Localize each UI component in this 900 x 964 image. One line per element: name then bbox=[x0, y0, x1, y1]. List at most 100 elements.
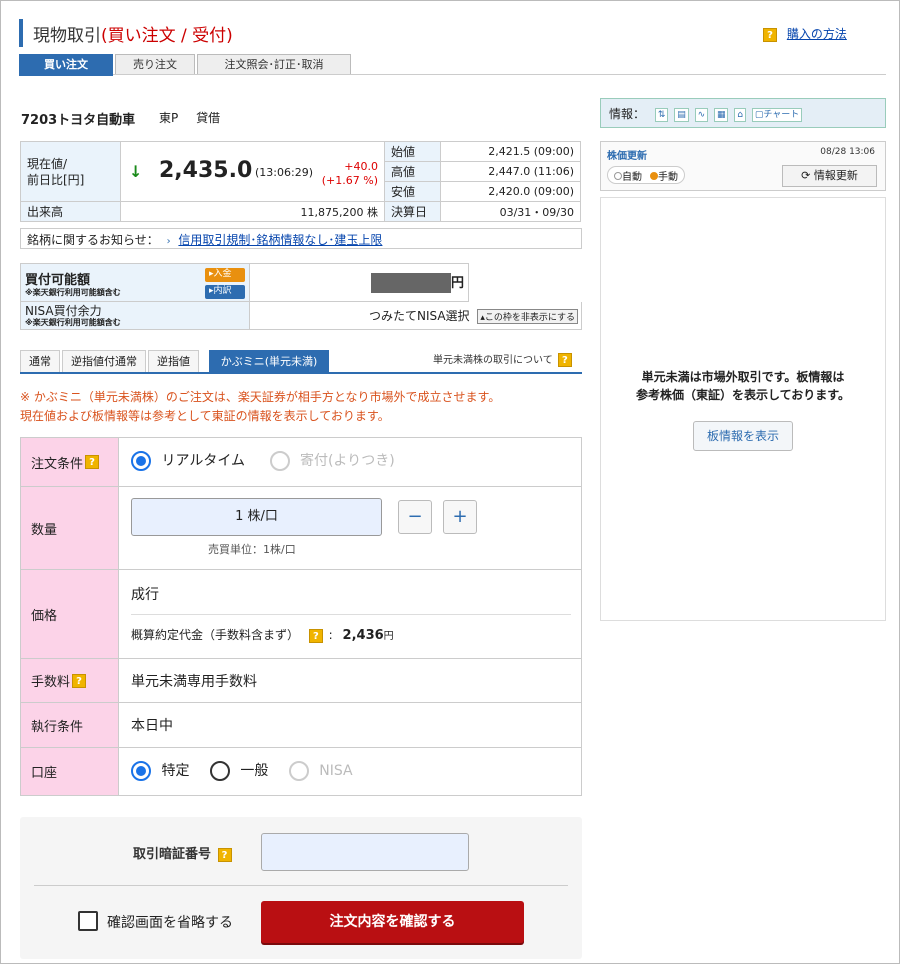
building-icon[interactable]: ⌂ bbox=[734, 107, 746, 122]
ippan-radio[interactable] bbox=[209, 761, 230, 781]
subtab-stop[interactable]: 逆指値 bbox=[148, 350, 199, 372]
title-accent-bar bbox=[19, 19, 23, 47]
price-divider bbox=[131, 614, 571, 615]
qty-label-cell: 数量 bbox=[21, 487, 119, 569]
stock-notice: 銘柄に関するお知らせ： › 信用取引規制･銘柄情報なし･建玉上限 bbox=[20, 228, 582, 249]
exec-row: 執行条件 本日中 bbox=[21, 703, 581, 748]
open-value: 2,421.5 (09:00) bbox=[440, 141, 581, 162]
price-label: 現在値/ 前日比[円] bbox=[20, 141, 121, 202]
help-icon[interactable]: ? bbox=[72, 673, 87, 688]
tokutei-label: 特定 bbox=[161, 763, 190, 779]
stock-market: 東P bbox=[159, 111, 179, 125]
warning-line-2: 現在値および板情報等は参考として東証の情報を表示しております。 bbox=[20, 409, 390, 423]
help-icon[interactable]: ? bbox=[85, 455, 100, 469]
account-row: 口座 特定 一般 NISA bbox=[21, 748, 581, 795]
subtab-stop-with-normal[interactable]: 逆指値付通常 bbox=[62, 350, 146, 372]
help-icon: ? bbox=[763, 28, 777, 42]
fee-row: 手数料? 単元未満専用手数料 bbox=[21, 659, 581, 703]
document-icon[interactable]: ▤ bbox=[674, 107, 689, 122]
howto-link-wrap: ? 購入の方法 bbox=[763, 25, 847, 42]
help-icon[interactable]: ? bbox=[557, 353, 572, 367]
price-value: 成行 bbox=[131, 587, 159, 603]
condition-label-cell: 注文条件? bbox=[21, 438, 119, 486]
quantity-minus-button[interactable]: − bbox=[398, 500, 432, 534]
skip-confirm-checkbox[interactable] bbox=[78, 911, 98, 931]
refresh-button[interactable]: ⟳ 情報更新 bbox=[782, 165, 877, 187]
update-title: 株価更新 bbox=[607, 151, 647, 162]
auto-option[interactable]: 自動 bbox=[614, 168, 642, 183]
settle-label: 決算日 bbox=[384, 201, 441, 222]
volume-label: 出来高 bbox=[20, 201, 121, 222]
kabumini-warning: ※ かぶミニ（単元未満株）のご注文は、楽天証券が相手方となり市場外で成立させます… bbox=[20, 388, 500, 426]
condition-label: 注文条件 bbox=[31, 456, 84, 472]
subtab-kabumini[interactable]: かぶミニ(単元未満) bbox=[209, 350, 329, 372]
low-label: 安値 bbox=[384, 181, 441, 202]
order-type-tabs: 通常 逆指値付通常 逆指値 かぶミニ(単元未満) bbox=[20, 350, 331, 372]
howto-link[interactable]: 購入の方法 bbox=[787, 27, 847, 41]
account-options: 特定 一般 NISA bbox=[131, 760, 353, 781]
nisa-label-cell: NISA買付余力 ※楽天銀行利用可能額含む bbox=[20, 301, 250, 330]
help-icon[interactable]: ? bbox=[217, 848, 232, 862]
line-chart-icon[interactable]: ∿ bbox=[694, 107, 709, 122]
pw-label-wrap: 取引暗証番号 ? bbox=[133, 843, 232, 862]
show-board-button[interactable]: 板情報を表示 bbox=[693, 421, 793, 451]
price-change: +40.0 bbox=[344, 160, 378, 173]
board-message: 単元未満は市場外取引です。板情報は 参考株価（東証）を表示しております。 bbox=[601, 368, 885, 404]
breakdown-button[interactable]: ▸内訳 bbox=[205, 285, 245, 299]
volume-value: 11,875,200 株 bbox=[120, 201, 385, 222]
condition-row: 注文条件? リアルタイム 寄付(よりつき) bbox=[21, 438, 581, 487]
price-cell: ↓ 2,435.0 (13:06:29) +40.0 (+1.67 %) bbox=[120, 141, 385, 202]
deposit-button[interactable]: ▸入金 bbox=[205, 268, 245, 282]
subtab-underline bbox=[20, 372, 582, 374]
notice-link[interactable]: 信用取引規制･銘柄情報なし･建玉上限 bbox=[178, 233, 382, 247]
help-icon[interactable]: ? bbox=[308, 629, 323, 643]
grid-icon[interactable]: ▦ bbox=[713, 107, 729, 122]
yoritsuki-radio[interactable] bbox=[269, 451, 290, 471]
nisa-value-cell: つみたてNISA選択 ▴この枠を非表示にする bbox=[249, 301, 582, 330]
high-value: 2,447.0 (11:06) bbox=[440, 161, 581, 182]
estimate-label: 概算約定代金（手数料含まず） bbox=[131, 628, 300, 642]
nisa-value: つみたてNISA選択 bbox=[368, 309, 470, 323]
confirm-divider bbox=[34, 885, 568, 886]
power-value-cell: 円 bbox=[249, 263, 469, 302]
manual-option[interactable]: 手動 bbox=[650, 168, 678, 183]
page-title: 現物取引(買い注文 / 受付) bbox=[33, 26, 233, 46]
quote-table: 現在値/ 前日比[円] ↓ 2,435.0 (13:06:29) +40.0 (… bbox=[20, 141, 581, 222]
quantity-plus-button[interactable]: + bbox=[443, 500, 477, 534]
skip-confirm-label: 確認画面を省略する bbox=[107, 915, 233, 931]
subtab-help-link[interactable]: 単元未満株の取引について bbox=[433, 355, 553, 366]
notice-label: 銘柄に関するお知らせ： bbox=[27, 233, 159, 247]
chart-button[interactable]: ▢チャート bbox=[751, 107, 803, 122]
tab-order-inquiry[interactable]: 注文照会･訂正･取消 bbox=[197, 54, 351, 74]
tab-underline bbox=[19, 74, 886, 75]
power-spacer bbox=[468, 263, 582, 302]
condition-options: リアルタイム 寄付(よりつき) bbox=[131, 450, 395, 471]
realtime-radio[interactable] bbox=[131, 451, 151, 471]
fee-label-cell: 手数料? bbox=[21, 659, 119, 702]
quantity-input[interactable]: 1 株/口 bbox=[131, 498, 382, 536]
trade-password-input[interactable] bbox=[261, 833, 469, 871]
ippan-label: 一般 bbox=[240, 763, 269, 779]
sort-icon[interactable]: ⇅ bbox=[654, 107, 669, 122]
unit-note: 売買単位：1株/口 bbox=[208, 543, 296, 556]
open-label: 始値 bbox=[384, 141, 441, 162]
realtime-label: リアルタイム bbox=[161, 453, 246, 469]
price-time: (13:06:29) bbox=[255, 166, 313, 179]
stock-code-name: 7203トヨタ自動車 bbox=[21, 113, 136, 128]
nisa-hide-button[interactable]: ▴この枠を非表示にする bbox=[477, 309, 578, 324]
info-toolbar: 情報： ⇅ ▤ ∿ ▦ ⌂ ▢チャート bbox=[600, 98, 886, 128]
confirm-order-button[interactable]: 注文内容を確認する bbox=[261, 901, 524, 943]
price-label: 価格 bbox=[31, 608, 58, 624]
estimate-unit: 円 bbox=[383, 631, 394, 642]
tab-buy[interactable]: 買い注文 bbox=[19, 54, 113, 74]
masked-amount bbox=[370, 273, 451, 294]
nisa-radio[interactable] bbox=[288, 761, 309, 781]
tab-sell[interactable]: 売り注文 bbox=[115, 54, 195, 74]
subtab-help-wrap: 単元未満株の取引について ? bbox=[433, 351, 572, 367]
settle-value: 03/31・09/30 bbox=[440, 201, 581, 222]
exec-label: 執行条件 bbox=[31, 719, 84, 735]
subtab-normal[interactable]: 通常 bbox=[20, 350, 60, 372]
stock-margin: 貸借 bbox=[196, 111, 221, 125]
tokutei-radio[interactable] bbox=[131, 761, 151, 781]
high-label: 高値 bbox=[384, 161, 441, 182]
